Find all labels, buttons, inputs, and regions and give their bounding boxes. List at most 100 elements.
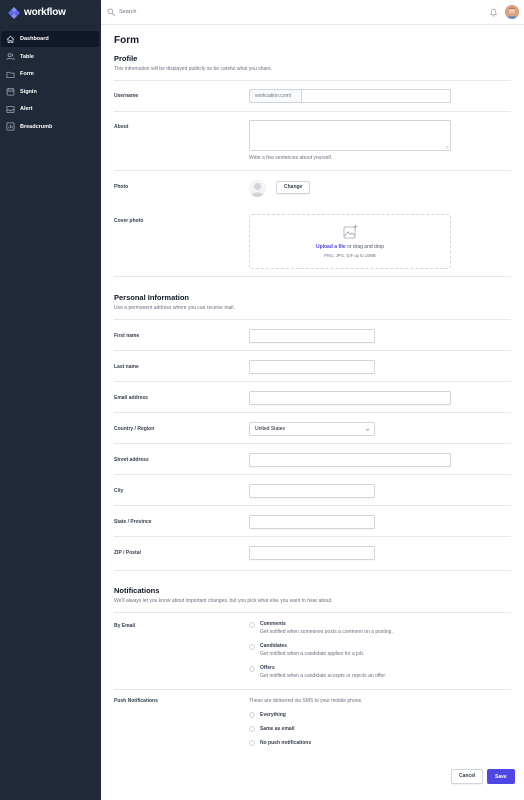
divider bbox=[114, 80, 511, 81]
bell-icon[interactable] bbox=[489, 8, 498, 17]
photo-label: Photo bbox=[114, 184, 129, 190]
users-icon bbox=[6, 53, 15, 61]
last-name-field[interactable] bbox=[249, 360, 375, 374]
divider bbox=[114, 505, 511, 506]
profile-section-description: This information will be displayed publi… bbox=[114, 66, 273, 72]
country-select[interactable]: United States bbox=[249, 422, 375, 436]
state-label: State / Province bbox=[114, 519, 152, 525]
offers-checkbox[interactable] bbox=[249, 666, 255, 672]
photo-avatar bbox=[249, 180, 266, 197]
brand[interactable]: workflow bbox=[7, 5, 66, 20]
sidebar-item-signin[interactable]: Signin bbox=[1, 84, 99, 100]
upload-file-link[interactable]: Upload a file bbox=[316, 244, 346, 250]
zip-label: ZIP / Postal bbox=[114, 550, 141, 556]
resize-handle-icon[interactable] bbox=[445, 145, 449, 149]
divider bbox=[114, 276, 511, 277]
avatar[interactable] bbox=[505, 5, 519, 19]
sidebar-item-label: Form bbox=[20, 71, 34, 77]
divider bbox=[114, 536, 511, 537]
personal-section-title: Personal Information bbox=[114, 293, 190, 302]
option-description: Get notified when a candidate accepts or… bbox=[260, 673, 387, 679]
personal-section-description: Use a permanent address where you can re… bbox=[114, 305, 235, 311]
country-value: United States bbox=[255, 426, 286, 432]
search-input[interactable] bbox=[119, 6, 319, 18]
upload-text: or drag and drop bbox=[345, 244, 385, 250]
push-same-as-email-radio[interactable] bbox=[249, 726, 255, 732]
sidebar-item-breadcrumb[interactable]: Breadcrumb bbox=[1, 119, 99, 135]
cancel-button[interactable]: Cancel bbox=[451, 769, 484, 784]
city-label: City bbox=[114, 488, 124, 494]
option-title: Same as email bbox=[260, 726, 295, 732]
divider bbox=[114, 412, 511, 413]
notifications-section-title: Notifications bbox=[114, 586, 160, 595]
about-textarea[interactable] bbox=[249, 120, 451, 151]
divider bbox=[114, 350, 511, 351]
sidebar-item-label: Dashboard bbox=[20, 36, 49, 42]
username-input[interactable] bbox=[301, 89, 451, 103]
candidates-checkbox[interactable] bbox=[249, 644, 255, 650]
chevron-down-icon bbox=[365, 428, 370, 431]
upload-file-types: PNG, JPG, GIF up to 10MB bbox=[324, 253, 376, 258]
divider bbox=[114, 170, 511, 171]
street-field[interactable] bbox=[249, 453, 451, 467]
workflow-logo-icon bbox=[8, 6, 20, 19]
divider bbox=[114, 443, 511, 444]
calendar-icon bbox=[6, 87, 15, 96]
username-label: Username bbox=[114, 93, 139, 99]
save-button[interactable]: Save bbox=[487, 769, 515, 784]
sidebar-item-table[interactable]: Table bbox=[1, 49, 99, 65]
inbox-icon bbox=[6, 105, 15, 113]
sidebar-item-alert[interactable]: Alert bbox=[1, 101, 99, 117]
option-description: Get notified when someones posts a comme… bbox=[260, 629, 393, 635]
first-name-label: First name bbox=[114, 333, 140, 339]
cover-photo-dropzone[interactable]: Upload a file or drag and drop PNG, JPG,… bbox=[249, 214, 451, 269]
home-icon bbox=[6, 35, 15, 43]
sidebar: workflow Dashboard Table Form Signin Ale… bbox=[0, 0, 101, 800]
sidebar-item-label: Breadcrumb bbox=[20, 123, 53, 130]
country-label: Country / Region bbox=[114, 426, 155, 432]
push-notifications-description: These are delivered via SMS to your mobi… bbox=[249, 698, 363, 704]
option-title: Offers bbox=[260, 665, 275, 671]
option-title: Comments bbox=[260, 621, 286, 627]
profile-section-title: Profile bbox=[114, 54, 138, 63]
about-help-text: Write a few sentences about yourself. bbox=[249, 155, 333, 161]
email-label: Email address bbox=[114, 395, 148, 401]
upload-instructions: Upload a file or drag and drop bbox=[250, 244, 450, 250]
sidebar-item-form[interactable]: Form bbox=[1, 66, 99, 82]
city-field[interactable] bbox=[249, 484, 375, 498]
image-upload-icon bbox=[343, 224, 358, 239]
notifications-section-description: We'll always let you know about importan… bbox=[114, 598, 333, 604]
state-field[interactable] bbox=[249, 515, 375, 529]
push-notifications-label: Push Notifications bbox=[114, 698, 158, 704]
divider bbox=[114, 474, 511, 475]
folder-icon bbox=[6, 71, 15, 78]
divider bbox=[114, 381, 511, 382]
topbar bbox=[101, 0, 524, 25]
sidebar-nav: Dashboard Table Form Signin Alert Breadc… bbox=[1, 31, 99, 136]
chart-icon bbox=[6, 122, 15, 131]
first-name-field[interactable] bbox=[249, 329, 375, 343]
sidebar-item-dashboard[interactable]: Dashboard bbox=[1, 31, 99, 47]
sidebar-item-label: Table bbox=[20, 53, 34, 60]
by-email-label: By Email bbox=[114, 623, 136, 629]
push-none-radio[interactable] bbox=[249, 740, 255, 746]
email-field[interactable] bbox=[249, 391, 451, 405]
sidebar-item-label: Signin bbox=[20, 88, 37, 95]
divider bbox=[114, 111, 511, 112]
divider bbox=[114, 689, 511, 690]
last-name-label: Last name bbox=[114, 364, 139, 370]
about-label: About bbox=[114, 124, 129, 130]
change-photo-button[interactable]: Change bbox=[276, 181, 311, 194]
search-icon bbox=[107, 8, 115, 16]
divider bbox=[114, 570, 511, 571]
zip-field[interactable] bbox=[249, 546, 375, 560]
page-title: Form bbox=[114, 35, 139, 46]
divider bbox=[114, 319, 511, 320]
username-prefix: workcation.com/ bbox=[249, 89, 301, 103]
comments-checkbox[interactable] bbox=[249, 622, 255, 628]
avatar-face-icon bbox=[505, 5, 519, 19]
brand-name: workflow bbox=[24, 7, 66, 18]
option-title: No push notifications bbox=[260, 740, 312, 746]
push-everything-radio[interactable] bbox=[249, 712, 255, 718]
option-title: Candidates bbox=[260, 643, 287, 649]
